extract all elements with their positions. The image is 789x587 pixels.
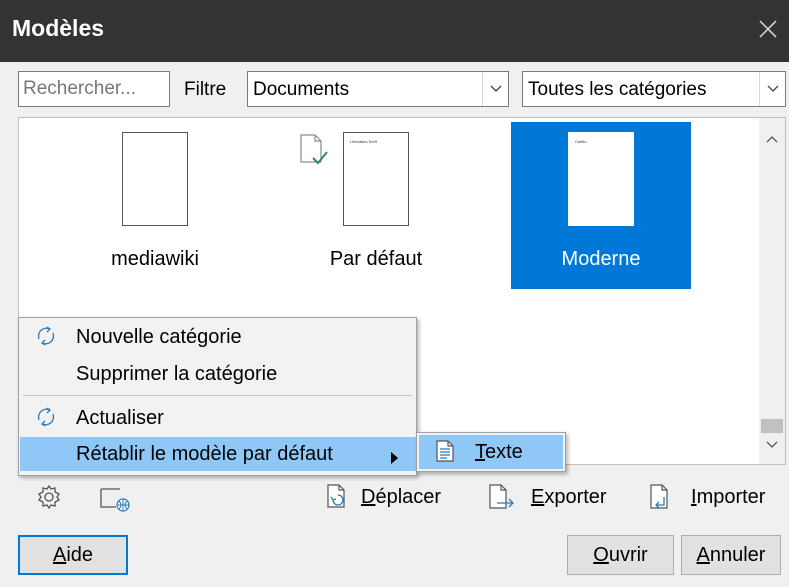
- menu-separator: [23, 395, 412, 396]
- gear-icon[interactable]: [34, 482, 64, 518]
- dialog-title: Modèles: [12, 15, 105, 41]
- menu-item-refresh[interactable]: Actualiser: [20, 401, 416, 435]
- scroll-up-icon[interactable]: [766, 127, 778, 149]
- chevron-down-icon[interactable]: [482, 72, 508, 106]
- category-value: Toutes les catégories: [528, 79, 707, 100]
- menu-item-new-category[interactable]: Nouvelle catégorie: [20, 320, 416, 354]
- refresh-icon: [35, 406, 57, 428]
- import-icon: [648, 483, 676, 517]
- category-select[interactable]: Toutes les catégories: [522, 71, 786, 107]
- refresh-icon: [35, 325, 57, 347]
- filter-label: Filtre: [184, 79, 227, 100]
- template-name: Moderne: [561, 248, 641, 270]
- template-item-selected[interactable]: Carlito Moderne: [511, 122, 691, 289]
- online-templates-icon[interactable]: [98, 482, 132, 518]
- template-thumbnail: [122, 132, 188, 226]
- template-name: Par défaut: [329, 248, 423, 270]
- close-icon[interactable]: [755, 16, 781, 42]
- submenu-arrow-icon: [391, 448, 398, 470]
- text-document-icon: [435, 440, 455, 468]
- document-type-value: Documents: [253, 79, 350, 100]
- cancel-button[interactable]: Annuler: [681, 535, 781, 575]
- help-button[interactable]: Aide: [18, 535, 128, 575]
- move-icon: [325, 483, 349, 515]
- chevron-down-icon[interactable]: [759, 72, 785, 106]
- default-template-icon: [299, 134, 329, 166]
- context-menu: Nouvelle catégorie Supprimer la catégori…: [18, 317, 417, 476]
- export-icon: [487, 483, 515, 517]
- search-input[interactable]: [19, 72, 169, 106]
- vertical-scrollbar[interactable]: [759, 118, 785, 464]
- menu-item-reset-default[interactable]: Rétablir le modèle par défaut: [20, 437, 416, 471]
- submenu-item-text[interactable]: Texte: [419, 435, 563, 469]
- title-bar: Modèles: [0, 0, 789, 62]
- template-thumbnail: Liberation Serif: [343, 132, 409, 226]
- scrollbar-thumb[interactable]: [761, 419, 783, 433]
- scroll-down-icon[interactable]: [766, 433, 778, 455]
- search-field[interactable]: [18, 71, 170, 107]
- submenu: Texte: [416, 432, 566, 472]
- document-type-select[interactable]: Documents: [247, 71, 509, 107]
- template-item[interactable]: mediawiki: [65, 122, 245, 289]
- menu-item-delete-category[interactable]: Supprimer la catégorie: [20, 357, 416, 391]
- template-thumbnail: Carlito: [568, 132, 634, 226]
- open-button[interactable]: Ouvrir: [567, 535, 674, 575]
- template-name: mediawiki: [111, 248, 199, 270]
